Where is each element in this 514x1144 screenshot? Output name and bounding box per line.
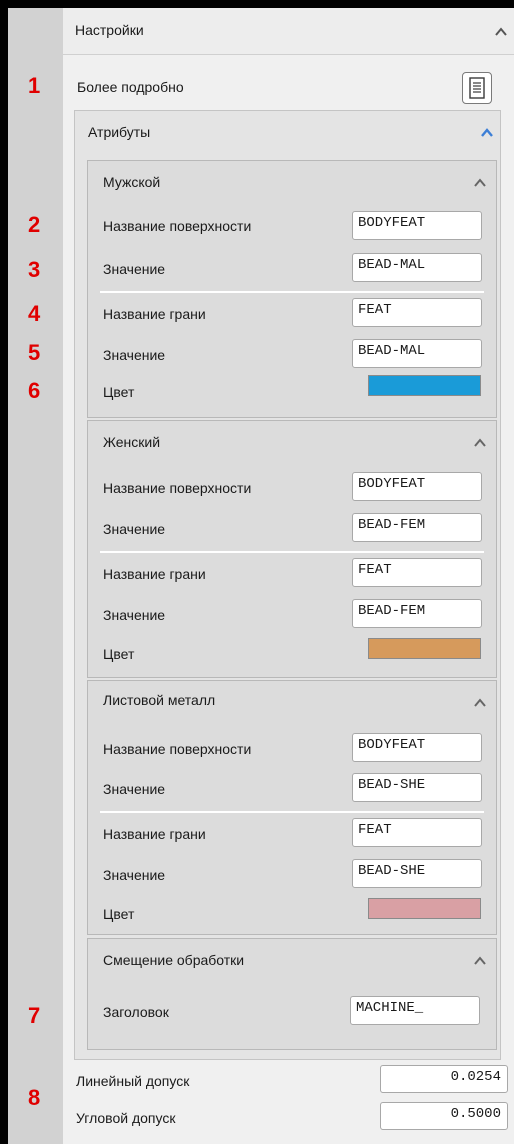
window-border-top: [0, 0, 514, 8]
surface-name-label: Название поверхности: [103, 218, 252, 234]
face-name-label: Название грани: [103, 306, 206, 322]
angular-tolerance-input[interactable]: 0.5000: [380, 1102, 508, 1130]
surface-name-input[interactable]: BODYFEAT: [352, 472, 482, 501]
callout-number: 5: [28, 340, 41, 365]
collapse-chevron-icon[interactable]: [470, 953, 490, 967]
machining-offset-header[interactable]: Смещение обработки: [88, 939, 496, 979]
callout-number: 4: [28, 301, 41, 326]
divider: [100, 551, 484, 553]
value-label: Значение: [103, 781, 166, 797]
angular-tolerance-label: Угловой допуск: [76, 1110, 176, 1126]
settings-title: Настройки: [75, 22, 144, 38]
sheet-metal-header[interactable]: Листовой металл: [88, 681, 496, 721]
divider: [100, 811, 484, 813]
female-header[interactable]: Женский: [88, 421, 496, 461]
details-toggle-button[interactable]: [462, 72, 492, 104]
machining-offset-title: Смещение обработки: [103, 952, 245, 968]
value-label: Значение: [103, 521, 166, 537]
color-swatch[interactable]: [368, 898, 481, 919]
face-name-label: Название грани: [103, 566, 206, 582]
male-title: Мужской: [103, 174, 161, 190]
linear-tolerance-label: Линейный допуск: [76, 1073, 190, 1089]
surface-name-input[interactable]: BODYFEAT: [352, 211, 482, 240]
callout-number: 6: [28, 378, 41, 403]
surface-name-label: Название поверхности: [103, 480, 252, 496]
surface-name-input[interactable]: BODYFEAT: [352, 733, 482, 762]
collapse-chevron-icon[interactable]: [470, 695, 490, 709]
callout-number: 1: [28, 73, 41, 98]
color-label: Цвет: [103, 906, 135, 922]
sheet-metal-title: Листовой металл: [103, 692, 216, 708]
value-input[interactable]: BEAD-MAL: [352, 253, 482, 282]
face-name-input[interactable]: FEAT: [352, 558, 482, 587]
attributes-header[interactable]: Атрибуты: [75, 111, 500, 153]
callout-number: 8: [28, 1085, 41, 1110]
settings-header[interactable]: Настройки: [63, 8, 514, 55]
color-swatch[interactable]: [368, 375, 481, 396]
face-name-input[interactable]: FEAT: [352, 818, 482, 847]
collapse-chevron-icon[interactable]: [470, 175, 490, 189]
document-list-icon: [469, 77, 485, 99]
window-border-left: [0, 0, 8, 1144]
divider: [100, 291, 484, 293]
male-header[interactable]: Мужской: [88, 161, 496, 201]
surface-name-label: Название поверхности: [103, 741, 252, 757]
collapse-chevron-icon[interactable]: [477, 125, 497, 139]
collapse-chevron-icon[interactable]: [491, 24, 511, 38]
callout-number: 7: [28, 1003, 41, 1028]
face-name-input[interactable]: FEAT: [352, 298, 482, 327]
value-label: Значение: [103, 261, 166, 277]
color-label: Цвет: [103, 646, 135, 662]
value-label: Значение: [103, 347, 166, 363]
header-label: Заголовок: [103, 1004, 169, 1020]
callout-number: 3: [28, 257, 41, 282]
value-label: Значение: [103, 867, 166, 883]
value-input[interactable]: BEAD-SHE: [352, 859, 482, 888]
collapse-chevron-icon[interactable]: [470, 435, 490, 449]
value-label: Значение: [103, 607, 166, 623]
callout-number: 2: [28, 212, 41, 237]
value-input[interactable]: BEAD-MAL: [352, 339, 482, 368]
female-title: Женский: [103, 434, 161, 450]
value-input[interactable]: BEAD-FEM: [352, 599, 482, 628]
value-input[interactable]: BEAD-SHE: [352, 773, 482, 802]
attributes-title: Атрибуты: [88, 124, 151, 140]
linear-tolerance-input[interactable]: 0.0254: [380, 1065, 508, 1093]
color-label: Цвет: [103, 384, 135, 400]
header-input[interactable]: MACHINE_: [350, 996, 480, 1025]
annotation-gutter: [8, 8, 63, 1144]
more-detail-label: Более подробно: [77, 79, 184, 95]
color-swatch[interactable]: [368, 638, 481, 659]
value-input[interactable]: BEAD-FEM: [352, 513, 482, 542]
face-name-label: Название грани: [103, 826, 206, 842]
